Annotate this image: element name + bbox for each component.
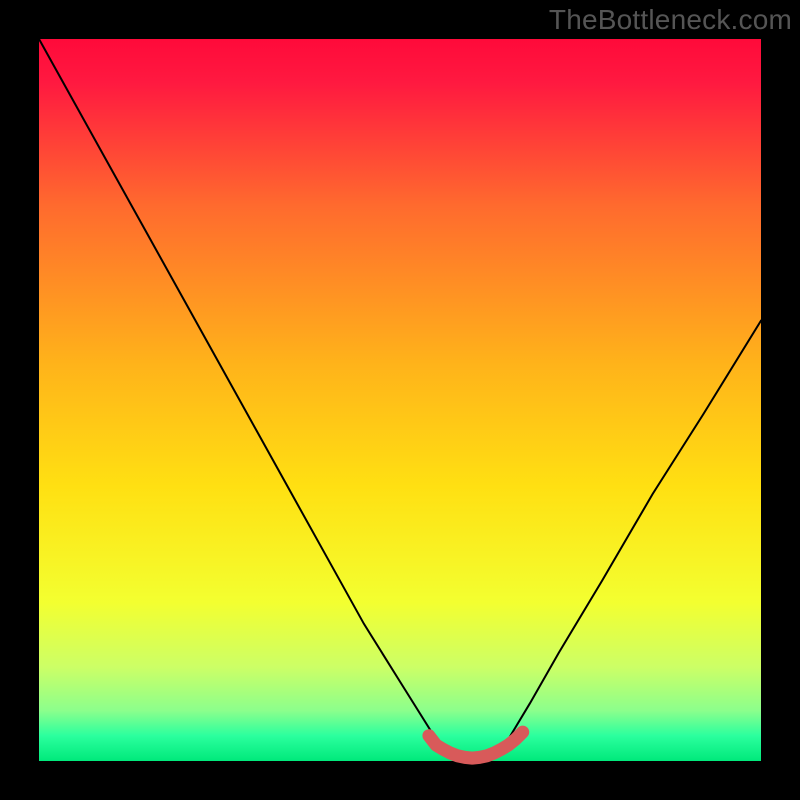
watermark-label: TheBottleneck.com	[549, 4, 792, 36]
chart-frame: TheBottleneck.com	[0, 0, 800, 800]
plot-background	[39, 39, 761, 761]
bottleneck-chart	[0, 0, 800, 800]
